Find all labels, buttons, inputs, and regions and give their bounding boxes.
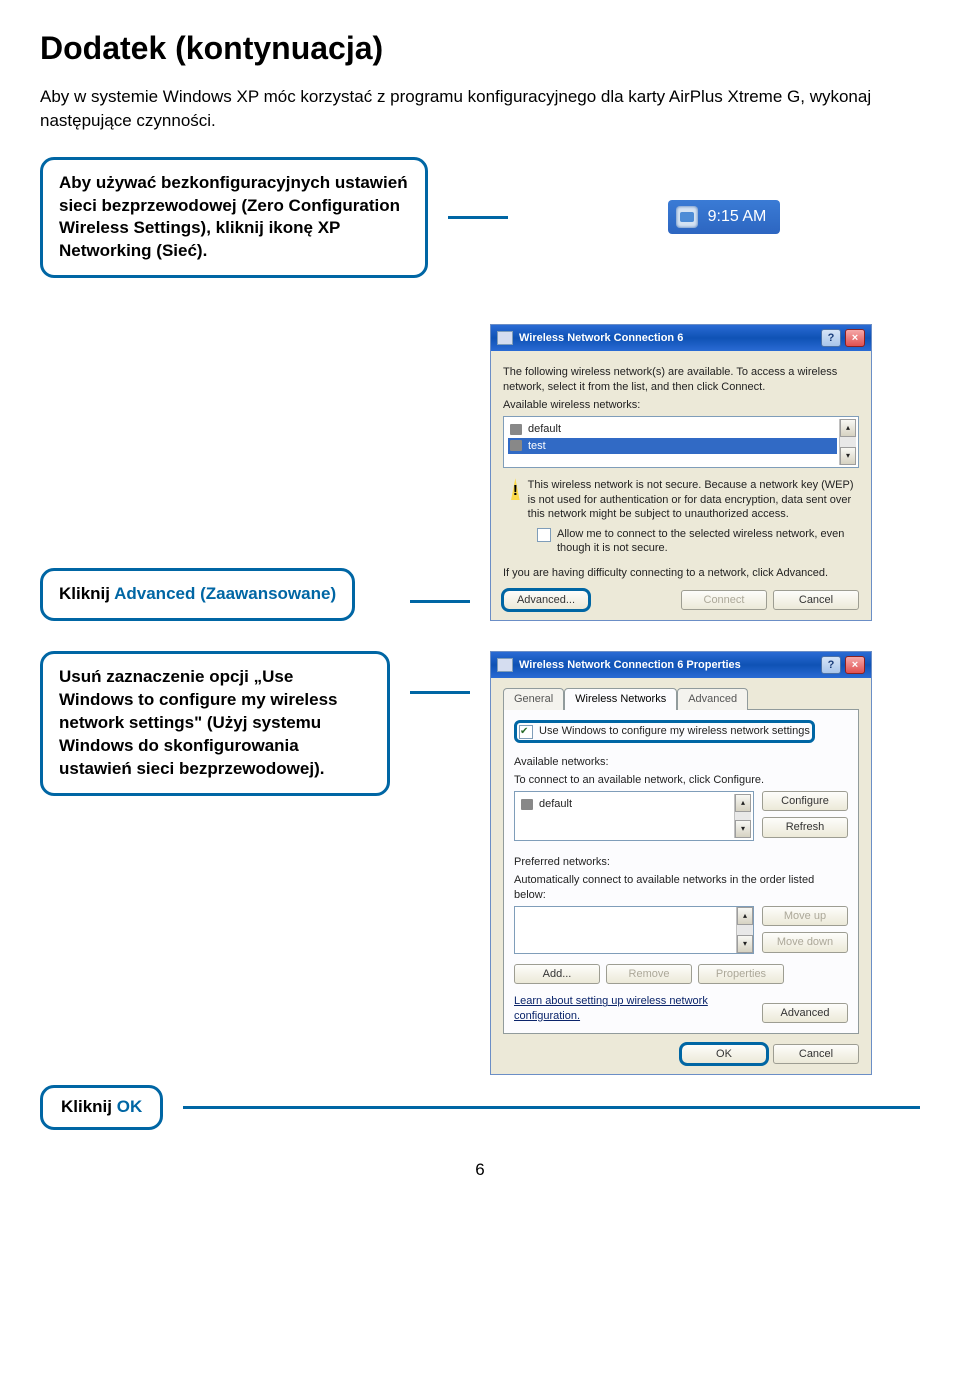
tab-general[interactable]: General [503, 688, 564, 709]
list-item[interactable]: default [519, 796, 732, 812]
allow-connect-label: Allow me to connect to the selected wire… [557, 527, 859, 556]
connector-line [448, 216, 508, 219]
cancel-button[interactable]: Cancel [773, 590, 859, 610]
page-title: Dodatek (kontynuacja) [40, 30, 920, 67]
move-down-button[interactable]: Move down [762, 932, 848, 952]
tab-advanced[interactable]: Advanced [677, 688, 748, 709]
list-item[interactable]: test [508, 438, 837, 454]
tab-panel: Use Windows to configure my wireless net… [503, 709, 859, 1034]
dialog2-title: Wireless Network Connection 6 Properties [519, 659, 741, 671]
add-button[interactable]: Add... [514, 964, 600, 984]
advanced-button[interactable]: Advanced [762, 1003, 848, 1023]
help-button[interactable]: ? [821, 329, 841, 347]
available-networks-label: Available wireless networks: [503, 398, 859, 412]
available-networks-listbox[interactable]: default ▴ ▾ [514, 791, 754, 841]
refresh-button[interactable]: Refresh [762, 817, 848, 837]
dialog1-title: Wireless Network Connection 6 [519, 332, 683, 344]
close-button[interactable]: × [845, 656, 865, 674]
dialog1-desc: The following wireless network(s) are av… [503, 365, 859, 394]
network-icon [676, 206, 698, 228]
tab-strip: General Wireless Networks Advanced [503, 688, 859, 709]
use-windows-checkbox[interactable] [519, 725, 533, 739]
learn-link[interactable]: Learn about setting up wireless network … [514, 994, 714, 1023]
available-networks-help: To connect to an available network, clic… [514, 773, 848, 787]
configure-button[interactable]: Configure [762, 791, 848, 811]
scroll-down-button[interactable]: ▾ [735, 820, 751, 838]
scroll-up-button[interactable]: ▴ [735, 794, 751, 812]
wireless-icon [497, 331, 513, 345]
systray-screenshot: 9:15 AM [668, 200, 781, 234]
scrollbar[interactable]: ▴ ▾ [734, 794, 751, 838]
connector-line [183, 1106, 920, 1109]
available-networks-listbox[interactable]: default test ▴ ▾ [503, 416, 859, 468]
remove-button[interactable]: Remove [606, 964, 692, 984]
connector-line [410, 600, 470, 603]
list-item-label: default [528, 422, 561, 436]
close-button[interactable]: × [845, 329, 865, 347]
scrollbar[interactable]: ▴ ▾ [839, 419, 856, 465]
advanced-button[interactable]: Advanced... [503, 590, 589, 610]
systray-time: 9:15 AM [708, 208, 767, 226]
wireless-connection-dialog: Wireless Network Connection 6 ? × The fo… [490, 324, 872, 621]
warning-text: This wireless network is not secure. Bec… [528, 478, 859, 521]
scroll-down-button[interactable]: ▾ [840, 447, 856, 465]
cancel-button[interactable]: Cancel [773, 1044, 859, 1064]
having-difficulty-text: If you are having difficulty connecting … [503, 566, 859, 580]
tab-wireless-networks[interactable]: Wireless Networks [564, 688, 677, 709]
callout-ok: Kliknij OK [40, 1085, 163, 1130]
network-item-icon [521, 799, 533, 810]
callout-advanced: Kliknij Advanced (Zaawansowane) [40, 568, 355, 621]
page-number: 6 [40, 1160, 920, 1180]
list-item[interactable]: default [508, 421, 837, 437]
list-item-label: default [539, 797, 572, 811]
callout-zero-config: Aby używać bezkonfiguracyjnych ustawień … [40, 157, 428, 279]
scrollbar[interactable]: ▴ ▾ [736, 907, 753, 953]
wireless-icon [497, 658, 513, 672]
scroll-up-button[interactable]: ▴ [840, 419, 856, 437]
available-networks-label: Available networks: [514, 755, 848, 769]
preferred-networks-listbox[interactable]: ▴ ▾ [514, 906, 754, 954]
list-item-label: test [528, 439, 546, 453]
properties-dialog: Wireless Network Connection 6 Properties… [490, 651, 872, 1075]
help-button[interactable]: ? [821, 656, 841, 674]
callout-uncheck: Usuń zaznaczenie opcji „Use Windows to c… [40, 651, 390, 796]
preferred-networks-help: Automatically connect to available netwo… [514, 873, 848, 902]
allow-connect-checkbox[interactable] [537, 528, 551, 542]
warning-icon: ! [511, 478, 520, 500]
move-up-button[interactable]: Move up [762, 906, 848, 926]
intro-text: Aby w systemie Windows XP móc korzystać … [40, 85, 920, 133]
scroll-down-button[interactable]: ▾ [737, 935, 753, 953]
preferred-networks-label: Preferred networks: [514, 855, 848, 869]
network-item-icon [510, 424, 522, 435]
callout-ok-highlight: OK [117, 1097, 143, 1116]
callout-ok-label: Kliknij [61, 1097, 117, 1116]
connect-button[interactable]: Connect [681, 590, 767, 610]
properties-button[interactable]: Properties [698, 964, 784, 984]
use-windows-label: Use Windows to configure my wireless net… [539, 724, 810, 738]
network-item-icon [510, 440, 522, 451]
ok-button[interactable]: OK [681, 1044, 767, 1064]
callout-advanced-highlight: Advanced (Zaawansowane) [114, 584, 336, 603]
scroll-up-button[interactable]: ▴ [737, 907, 753, 925]
connector-line [410, 691, 470, 694]
callout-advanced-label: Kliknij [59, 584, 114, 603]
